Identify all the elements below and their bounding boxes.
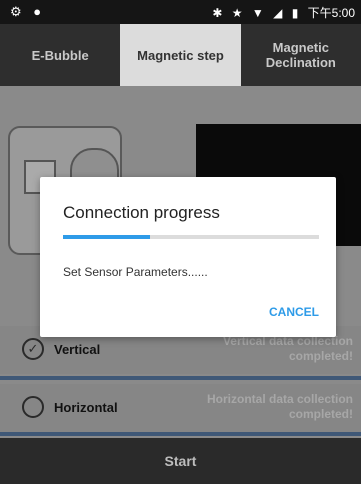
start-button[interactable]: Start [0,438,361,484]
settings-icon: ⚙ [10,4,22,19]
status-right: ✱ ★ ▼ ◢ ▮ 下午5:00 [206,4,355,21]
divider [0,432,361,436]
cancel-button[interactable]: CANCEL [269,305,319,319]
tab-bar: E-Bubble Magnetic step Magnetic Declinat… [0,24,361,86]
radio-circle-icon[interactable] [22,396,44,418]
bluetooth-icon: ✱ [212,6,223,20]
horizontal-status: Horizontal data collection completed! [206,392,353,421]
progress-fill [63,235,151,239]
battery-icon: ▮ [291,6,299,20]
no-signal-icon: ◢ [273,6,283,20]
location-pin-icon: ● [33,4,42,19]
tab-e-bubble[interactable]: E-Bubble [0,24,120,86]
horizontal-row[interactable]: Horizontal Horizontal data collection co… [0,384,361,432]
signal-icon: ▼ [251,6,264,20]
connection-progress-dialog: Connection progress Set Sensor Parameter… [40,177,336,337]
dialog-title: Connection progress [63,203,220,222]
vertical-label: Vertical [54,342,101,357]
divider [0,376,361,380]
tab-magnetic-step[interactable]: Magnetic step [120,24,241,86]
progress-bar [63,235,319,239]
vertical-status: Vertical data collection completed! [222,334,353,363]
status-time: 下午5:00 [307,6,355,20]
star-icon: ★ [231,6,243,20]
horizontal-label: Horizontal [54,400,118,415]
status-left: ⚙ ● [10,4,49,20]
check-circle-icon[interactable]: ✓ [22,338,44,360]
tab-magnetic-declination[interactable]: Magnetic Declination [241,24,361,86]
status-bar: ⚙ ● ✱ ★ ▼ ◢ ▮ 下午5:00 [0,0,361,24]
dialog-message: Set Sensor Parameters...... [63,265,208,279]
